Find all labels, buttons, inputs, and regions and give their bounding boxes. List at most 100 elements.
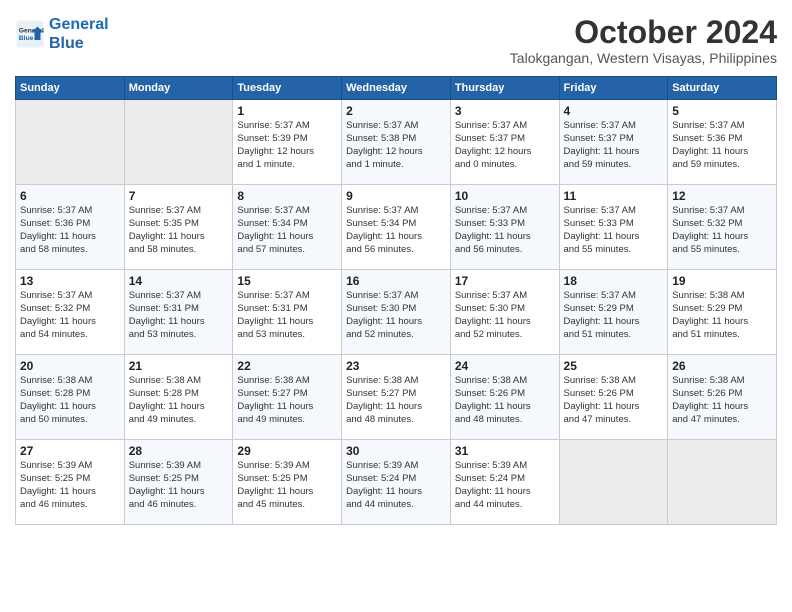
day-info: Sunrise: 5:37 AM Sunset: 5:34 PM Dayligh… [237,205,337,256]
day-info: Sunrise: 5:37 AM Sunset: 5:37 PM Dayligh… [564,120,664,171]
calendar-cell: 8Sunrise: 5:37 AM Sunset: 5:34 PM Daylig… [233,185,342,270]
calendar-cell [16,100,125,185]
day-info: Sunrise: 5:37 AM Sunset: 5:30 PM Dayligh… [346,290,446,341]
week-row-1: 1Sunrise: 5:37 AM Sunset: 5:39 PM Daylig… [16,100,777,185]
logo-line2: Blue [49,35,84,52]
calendar-cell: 5Sunrise: 5:37 AM Sunset: 5:36 PM Daylig… [668,100,777,185]
logo-line1: General [49,16,109,33]
week-row-2: 6 Sunrise: 5:37 AM Sunset: 5:36 PM Daylig… [16,185,777,270]
day-info: Sunrise: 5:37 AM Sunset: 5:29 PM Dayligh… [564,290,664,341]
weekday-header-wednesday: Wednesday [342,77,451,100]
day-info: Sunrise: 5:38 AM Sunset: 5:28 PM Dayligh… [129,375,229,426]
calendar-cell: 19Sunrise: 5:38 AM Sunset: 5:29 PM Dayli… [668,270,777,355]
month-title: October 2024 [510,15,777,50]
calendar-cell: 3Sunrise: 5:37 AM Sunset: 5:37 PM Daylig… [450,100,559,185]
day-info: Sunrise: 5:38 AM Sunset: 5:26 PM Dayligh… [672,375,772,426]
day-info: Sunrise: 5:39 AM Sunset: 5:25 PM Dayligh… [129,460,229,511]
day-info: Sunrise: 5:38 AM Sunset: 5:26 PM Dayligh… [564,375,664,426]
title-block: October 2024 Talokgangan, Western Visaya… [510,15,777,66]
day-info: Sunrise: 5:39 AM Sunset: 5:25 PM Dayligh… [20,460,120,511]
calendar-cell: 6 Sunrise: 5:37 AM Sunset: 5:36 PM Daylig… [16,185,125,270]
day-number: 15 [237,274,337,288]
day-info: Sunrise: 5:37 AM Sunset: 5:33 PM Dayligh… [564,205,664,256]
day-info: Sunrise: 5:39 AM Sunset: 5:24 PM Dayligh… [455,460,555,511]
page-header: General Blue General Blue October 2024 T… [15,15,777,66]
weekday-header-sunday: Sunday [16,77,125,100]
day-info: Sunrise: 5:39 AM Sunset: 5:25 PM Dayligh… [237,460,337,511]
calendar-cell: 13 Sunrise: 5:37 AM Sunset: 5:32 PM Dayli… [16,270,125,355]
day-info: Sunrise: 5:38 AM Sunset: 5:27 PM Dayligh… [346,375,446,426]
day-number: 6 [20,189,120,203]
calendar-cell: 23Sunrise: 5:38 AM Sunset: 5:27 PM Dayli… [342,355,451,440]
calendar-cell: 26 Sunrise: 5:38 AM Sunset: 5:26 PM Dayli… [668,355,777,440]
day-info: Sunrise: 5:37 AM Sunset: 5:31 PM Dayligh… [237,290,337,341]
day-number: 4 [564,104,664,118]
day-number: 1 [237,104,337,118]
calendar-cell: 22 Sunrise: 5:38 AM Sunset: 5:27 PM Dayli… [233,355,342,440]
weekday-header-friday: Friday [559,77,668,100]
calendar-cell: 29 Sunrise: 5:39 AM Sunset: 5:25 PM Dayli… [233,440,342,525]
weekday-header-thursday: Thursday [450,77,559,100]
calendar-cell: 14 Sunrise: 5:37 AM Sunset: 5:31 PM Dayli… [124,270,233,355]
day-info: Sunrise: 5:37 AM Sunset: 5:32 PM Dayligh… [672,205,772,256]
day-info: Sunrise: 5:37 AM Sunset: 5:33 PM Dayligh… [455,205,555,256]
day-number: 30 [346,444,446,458]
day-info: Sunrise: 5:38 AM Sunset: 5:27 PM Dayligh… [237,375,337,426]
calendar-cell: 17Sunrise: 5:37 AM Sunset: 5:30 PM Dayli… [450,270,559,355]
calendar-cell: 9 Sunrise: 5:37 AM Sunset: 5:34 PM Daylig… [342,185,451,270]
day-number: 14 [129,274,229,288]
calendar-cell: 7 Sunrise: 5:37 AM Sunset: 5:35 PM Daylig… [124,185,233,270]
calendar-cell: 4 Sunrise: 5:37 AM Sunset: 5:37 PM Daylig… [559,100,668,185]
weekday-header-row: SundayMondayTuesdayWednesdayThursdayFrid… [16,77,777,100]
calendar-cell: 21 Sunrise: 5:38 AM Sunset: 5:28 PM Dayli… [124,355,233,440]
day-info: Sunrise: 5:37 AM Sunset: 5:35 PM Dayligh… [129,205,229,256]
day-info: Sunrise: 5:37 AM Sunset: 5:38 PM Dayligh… [346,120,446,171]
day-info: Sunrise: 5:37 AM Sunset: 5:36 PM Dayligh… [20,205,120,256]
calendar-cell: 2Sunrise: 5:37 AM Sunset: 5:38 PM Daylig… [342,100,451,185]
week-row-5: 27Sunrise: 5:39 AM Sunset: 5:25 PM Dayli… [16,440,777,525]
calendar-cell: 25Sunrise: 5:38 AM Sunset: 5:26 PM Dayli… [559,355,668,440]
day-info: Sunrise: 5:38 AM Sunset: 5:28 PM Dayligh… [20,375,120,426]
day-info: Sunrise: 5:37 AM Sunset: 5:37 PM Dayligh… [455,120,555,171]
calendar-table: SundayMondayTuesdayWednesdayThursdayFrid… [15,76,777,525]
day-number: 26 [672,359,772,373]
calendar-cell: 16 Sunrise: 5:37 AM Sunset: 5:30 PM Dayli… [342,270,451,355]
day-number: 22 [237,359,337,373]
day-number: 13 [20,274,120,288]
day-info: Sunrise: 5:39 AM Sunset: 5:24 PM Dayligh… [346,460,446,511]
weekday-header-saturday: Saturday [668,77,777,100]
week-row-4: 20 Sunrise: 5:38 AM Sunset: 5:28 PM Dayli… [16,355,777,440]
calendar-cell: 28 Sunrise: 5:39 AM Sunset: 5:25 PM Dayli… [124,440,233,525]
day-number: 29 [237,444,337,458]
svg-text:Blue: Blue [19,35,34,42]
calendar-cell: 31 Sunrise: 5:39 AM Sunset: 5:24 PM Dayli… [450,440,559,525]
day-number: 21 [129,359,229,373]
day-number: 20 [20,359,120,373]
calendar-cell: 1Sunrise: 5:37 AM Sunset: 5:39 PM Daylig… [233,100,342,185]
calendar-cell: 20 Sunrise: 5:38 AM Sunset: 5:28 PM Dayli… [16,355,125,440]
day-number: 9 [346,189,446,203]
day-info: Sunrise: 5:37 AM Sunset: 5:32 PM Dayligh… [20,290,120,341]
day-number: 31 [455,444,555,458]
calendar-cell: 24Sunrise: 5:38 AM Sunset: 5:26 PM Dayli… [450,355,559,440]
day-info: Sunrise: 5:37 AM Sunset: 5:36 PM Dayligh… [672,120,772,171]
day-number: 28 [129,444,229,458]
day-number: 12 [672,189,772,203]
day-number: 16 [346,274,446,288]
day-info: Sunrise: 5:38 AM Sunset: 5:26 PM Dayligh… [455,375,555,426]
day-info: Sunrise: 5:37 AM Sunset: 5:34 PM Dayligh… [346,205,446,256]
calendar-cell: 12 Sunrise: 5:37 AM Sunset: 5:32 PM Dayli… [668,185,777,270]
logo-text: General Blue [49,15,109,53]
weekday-header-monday: Monday [124,77,233,100]
day-number: 7 [129,189,229,203]
calendar-cell: 18 Sunrise: 5:37 AM Sunset: 5:29 PM Dayli… [559,270,668,355]
calendar-cell: 27Sunrise: 5:39 AM Sunset: 5:25 PM Dayli… [16,440,125,525]
day-number: 18 [564,274,664,288]
calendar-cell: 11Sunrise: 5:37 AM Sunset: 5:33 PM Dayli… [559,185,668,270]
day-info: Sunrise: 5:37 AM Sunset: 5:31 PM Dayligh… [129,290,229,341]
calendar-cell [668,440,777,525]
location: Talokgangan, Western Visayas, Philippine… [510,50,777,66]
logo: General Blue General Blue [15,15,109,53]
day-info: Sunrise: 5:38 AM Sunset: 5:29 PM Dayligh… [672,290,772,341]
day-number: 17 [455,274,555,288]
